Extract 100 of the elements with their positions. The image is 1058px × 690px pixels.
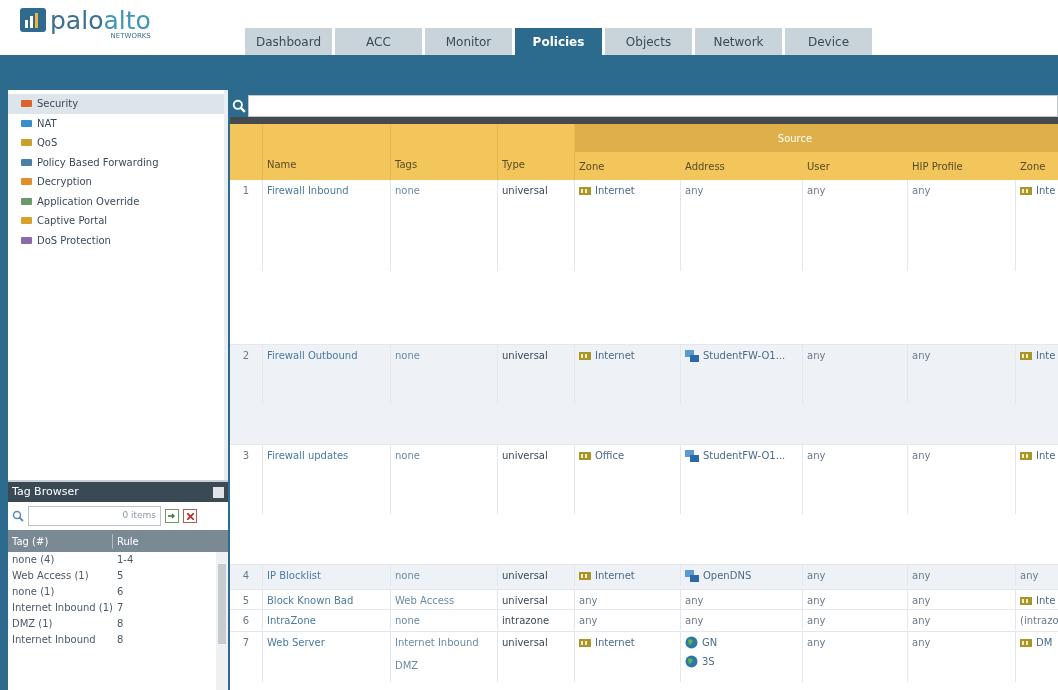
cell-text: any bbox=[807, 450, 826, 461]
nav-tab[interactable]: Policies bbox=[515, 28, 602, 55]
tag-text: Web Access bbox=[395, 594, 456, 608]
tag-row[interactable]: Internet Inbound (1) 7 bbox=[8, 600, 216, 616]
logo-icon bbox=[20, 8, 46, 32]
row-number: 6 bbox=[242, 615, 250, 626]
row-number: 5 bbox=[242, 595, 250, 606]
cell-text: any bbox=[579, 614, 598, 628]
apply-button[interactable] bbox=[165, 509, 179, 523]
row-number: 1 bbox=[242, 185, 250, 196]
cell-text: any bbox=[912, 637, 931, 648]
zone-icon bbox=[579, 350, 591, 361]
tag-row[interactable]: Internet Inbound 8 bbox=[8, 632, 216, 648]
cell-text: Office bbox=[595, 449, 625, 463]
clear-button[interactable] bbox=[183, 509, 197, 523]
nav-tab[interactable]: ACC bbox=[335, 28, 422, 55]
globe-icon bbox=[685, 655, 698, 668]
policy-type-item[interactable]: Security bbox=[8, 94, 224, 114]
tag-row[interactable]: none (1) 6 bbox=[8, 584, 216, 600]
tag-text: none bbox=[395, 349, 421, 363]
rule-row[interactable]: 2 Firewall Outbound none universal Internet StudentFW-O1... any any Inte bbox=[230, 345, 1058, 445]
nav-tab[interactable]: Network bbox=[695, 28, 782, 55]
logo-text: paloalto bbox=[50, 8, 151, 33]
tag-text: DMZ bbox=[395, 659, 420, 673]
rule-name[interactable]: IntraZone bbox=[267, 615, 316, 626]
cell-text: any bbox=[912, 570, 931, 581]
zone-icon bbox=[1020, 350, 1032, 361]
row-number: 3 bbox=[242, 450, 250, 461]
nav-tab[interactable]: Device bbox=[785, 28, 872, 55]
rule-name[interactable]: Firewall Outbound bbox=[267, 350, 358, 361]
zone-icon bbox=[1020, 450, 1032, 461]
cell-text: any bbox=[912, 450, 931, 461]
column-header: Rule bbox=[116, 534, 140, 549]
zone-icon bbox=[579, 637, 591, 648]
nav-tab[interactable]: Monitor bbox=[425, 28, 512, 55]
tag-row[interactable]: Web Access (1) 5 bbox=[8, 568, 216, 584]
zone-icon bbox=[579, 450, 591, 461]
cell-text: intrazone bbox=[502, 615, 550, 626]
cell-text: any bbox=[912, 615, 931, 626]
rule-name[interactable]: Firewall Inbound bbox=[267, 185, 349, 196]
cell-text: (intrazo bbox=[1020, 614, 1058, 628]
cell-text: GN bbox=[702, 636, 718, 650]
cell-text: universal bbox=[502, 595, 548, 606]
tag-text: none bbox=[395, 184, 421, 198]
arrow-icon bbox=[168, 513, 176, 519]
tag-row[interactable]: DMZ (1) 8 bbox=[8, 616, 216, 632]
cell-text: Inte bbox=[1036, 184, 1056, 198]
rule-name[interactable]: Block Known Bad bbox=[267, 595, 354, 606]
address-icon bbox=[685, 349, 699, 362]
policy-type-item[interactable]: DoS Protection bbox=[8, 230, 224, 250]
tag-text: none bbox=[395, 569, 421, 583]
column-header[interactable]: Address bbox=[681, 152, 803, 180]
rule-row[interactable]: 5 Block Known Bad Web Access universal any any any any Inte bbox=[230, 590, 1058, 610]
column-header[interactable]: Zone bbox=[575, 152, 681, 180]
cell-text: StudentFW-O1... bbox=[703, 349, 786, 363]
column-header[interactable]: User bbox=[803, 152, 908, 180]
tag-text: none bbox=[395, 449, 421, 463]
cell-text: any bbox=[912, 185, 931, 196]
tag-row[interactable]: none (4) 1-4 bbox=[8, 552, 216, 568]
cell-text: any bbox=[807, 595, 826, 606]
address-icon bbox=[685, 569, 699, 582]
rule-name[interactable]: Web Server bbox=[267, 637, 325, 648]
cell-text: Internet bbox=[595, 636, 635, 650]
globe-icon bbox=[685, 636, 698, 649]
zone-icon bbox=[579, 570, 591, 581]
scrollbar[interactable] bbox=[216, 552, 228, 690]
rule-row[interactable]: 3 Firewall updates none universal Office StudentFW-O1... any any Inte bbox=[230, 445, 1058, 565]
column-header[interactable]: Zone bbox=[1016, 152, 1058, 180]
policy-type-item[interactable]: QoS bbox=[8, 133, 224, 153]
rule-name[interactable]: IP Blocklist bbox=[267, 570, 321, 581]
policy-type-item[interactable]: Decryption bbox=[8, 172, 224, 192]
collapse-icon[interactable] bbox=[213, 486, 224, 498]
policy-type-item[interactable]: Application Override bbox=[8, 191, 224, 211]
row-number: 2 bbox=[242, 350, 250, 361]
rule-row[interactable]: 1 Firewall Inbound none universal Internet any any any Inte bbox=[230, 180, 1058, 345]
zone-icon bbox=[579, 185, 591, 196]
tag-text: Internet Inbound bbox=[395, 636, 480, 650]
nav-tab[interactable]: Dashboard bbox=[245, 28, 332, 55]
policy-type-item[interactable]: Policy Based Forwarding bbox=[8, 152, 224, 172]
cell-text: DM bbox=[1036, 636, 1053, 650]
policy-type-item[interactable]: NAT bbox=[8, 113, 224, 133]
cell-text: universal bbox=[502, 185, 548, 196]
cell-text: Inte bbox=[1036, 449, 1056, 463]
rule-row[interactable]: 6 IntraZone none intrazone any any any any (intrazo bbox=[230, 610, 1058, 632]
cell-text: Internet bbox=[595, 569, 635, 583]
column-header[interactable]: HIP Profile bbox=[908, 152, 1016, 180]
cell-text: any bbox=[1020, 569, 1039, 583]
policy-type-item[interactable]: Captive Portal bbox=[8, 211, 224, 231]
cell-text: universal bbox=[502, 450, 548, 461]
cell-text: any bbox=[685, 594, 704, 608]
rule-name[interactable]: Firewall updates bbox=[267, 450, 349, 461]
close-icon bbox=[186, 512, 194, 520]
zone-icon bbox=[1020, 595, 1032, 606]
rule-row[interactable]: 4 IP Blocklist none universal Internet OpenDNS any any any bbox=[230, 565, 1058, 590]
cell-text: any bbox=[807, 350, 826, 361]
nav-tab[interactable]: Objects bbox=[605, 28, 692, 55]
filter-field[interactable] bbox=[248, 95, 1058, 117]
panel-title: Tag Browser bbox=[12, 483, 79, 500]
cell-text: any bbox=[912, 595, 931, 606]
cell-text: any bbox=[579, 594, 598, 608]
